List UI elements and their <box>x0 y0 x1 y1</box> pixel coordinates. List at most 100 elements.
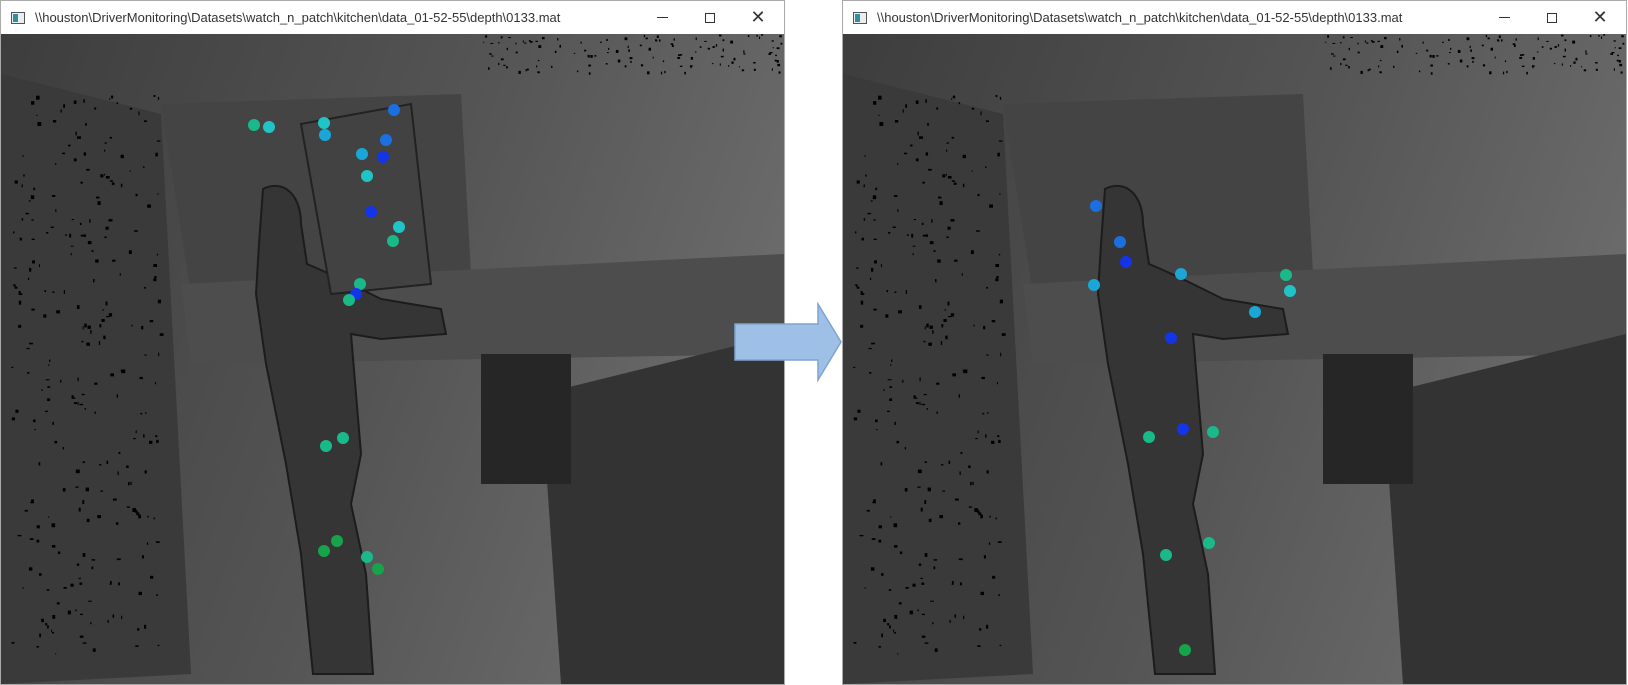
depth-noise <box>63 586 67 589</box>
depth-noise <box>120 183 123 188</box>
depth-noise <box>15 409 19 413</box>
depth-noise <box>862 293 865 296</box>
depth-noise <box>1415 52 1418 54</box>
depth-noise <box>887 623 890 626</box>
depth-noise <box>121 369 126 374</box>
depth-noise <box>891 359 893 362</box>
depth-noise <box>138 591 142 596</box>
depth-noise <box>590 55 593 58</box>
depth-noise <box>71 219 74 221</box>
depth-noise <box>918 305 922 309</box>
depth-noise <box>867 212 871 215</box>
close-button[interactable]: ✕ <box>734 1 782 34</box>
depth-noise <box>995 264 1000 268</box>
depth-noise <box>88 600 92 602</box>
depth-noise <box>594 55 597 57</box>
depth-noise <box>918 563 922 566</box>
maximize-button[interactable] <box>686 1 734 34</box>
depth-noise <box>71 395 74 399</box>
depth-noise <box>154 275 157 279</box>
depth-noise <box>624 37 628 41</box>
depth-noise <box>876 428 878 431</box>
maximize-button[interactable] <box>1528 1 1576 34</box>
depth-noise <box>159 333 164 336</box>
depth-noise <box>1331 53 1334 55</box>
depth-noise <box>138 111 140 116</box>
depth-noise <box>22 155 24 157</box>
depth-noise <box>913 219 916 221</box>
depth-noise <box>1377 40 1381 42</box>
depth-noise <box>968 465 971 468</box>
depth-noise <box>128 482 130 486</box>
depth-noise <box>86 168 90 171</box>
depth-noise <box>1572 40 1576 44</box>
depth-noise <box>615 49 619 53</box>
depth-noise <box>84 408 86 410</box>
title-bar[interactable]: \\houston\DriverMonitoring\Datasets\watc… <box>1 1 784 34</box>
depth-noise <box>116 102 119 105</box>
depth-noise <box>711 63 714 65</box>
depth-noise <box>951 583 954 585</box>
depth-noise <box>1401 44 1403 48</box>
depth-noise <box>97 515 102 519</box>
depth-noise <box>51 631 55 634</box>
depth-noise <box>155 541 160 543</box>
depth-noise <box>34 428 36 431</box>
skeleton-joint <box>1249 306 1261 318</box>
cabinet-region <box>1003 94 1313 294</box>
depth-noise <box>156 140 161 142</box>
depth-noise <box>898 310 902 314</box>
depth-noise <box>126 506 130 508</box>
depth-noise <box>859 534 864 537</box>
depth-noise <box>541 37 545 40</box>
depth-noise <box>1471 57 1475 60</box>
depth-noise <box>878 539 882 543</box>
minimize-button[interactable] <box>1480 1 1528 34</box>
maximize-icon <box>1547 12 1557 23</box>
depth-noise <box>961 273 963 276</box>
depth-noise <box>79 635 84 638</box>
depth-noise <box>105 175 110 179</box>
depth-noise <box>26 347 30 350</box>
depth-noise <box>137 628 140 631</box>
depth-noise <box>921 635 926 638</box>
depth-noise <box>872 195 877 200</box>
depth-noise <box>90 330 92 334</box>
depth-noise <box>79 403 84 406</box>
depth-noise <box>1472 60 1474 63</box>
depth-noise <box>98 341 101 346</box>
depth-noise <box>49 359 51 362</box>
depth-noise <box>774 59 777 62</box>
depth-noise <box>1448 52 1451 54</box>
close-icon: ✕ <box>750 7 766 28</box>
depth-noise <box>1616 59 1619 62</box>
appliance-region <box>541 334 784 684</box>
depth-noise <box>503 64 506 66</box>
depth-noise <box>1500 39 1503 42</box>
depth-noise <box>1466 65 1469 68</box>
skeleton-joint <box>1179 644 1191 656</box>
depth-noise <box>70 583 74 587</box>
skeleton-joint <box>1090 200 1102 212</box>
depth-noise <box>576 70 579 73</box>
depth-noise <box>919 136 923 139</box>
depth-noise <box>36 114 38 117</box>
depth-noise <box>944 309 946 311</box>
depth-noise <box>860 291 863 295</box>
depth-noise <box>143 434 145 438</box>
minimize-button[interactable] <box>638 1 686 34</box>
depth-noise <box>904 488 908 492</box>
depth-noise <box>1561 63 1563 66</box>
depth-noise <box>1457 49 1461 53</box>
depth-noise <box>1418 70 1421 73</box>
depth-noise <box>82 461 86 463</box>
depth-noise <box>554 50 557 54</box>
depth-noise <box>1557 44 1560 47</box>
depth-noise <box>1342 58 1346 61</box>
depth-noise <box>506 47 508 51</box>
close-button[interactable]: ✕ <box>1576 1 1624 34</box>
depth-noise <box>656 35 659 39</box>
depth-noise <box>902 109 904 113</box>
depth-noise <box>1490 47 1494 51</box>
title-bar[interactable]: \\houston\DriverMonitoring\Datasets\watc… <box>843 1 1626 34</box>
